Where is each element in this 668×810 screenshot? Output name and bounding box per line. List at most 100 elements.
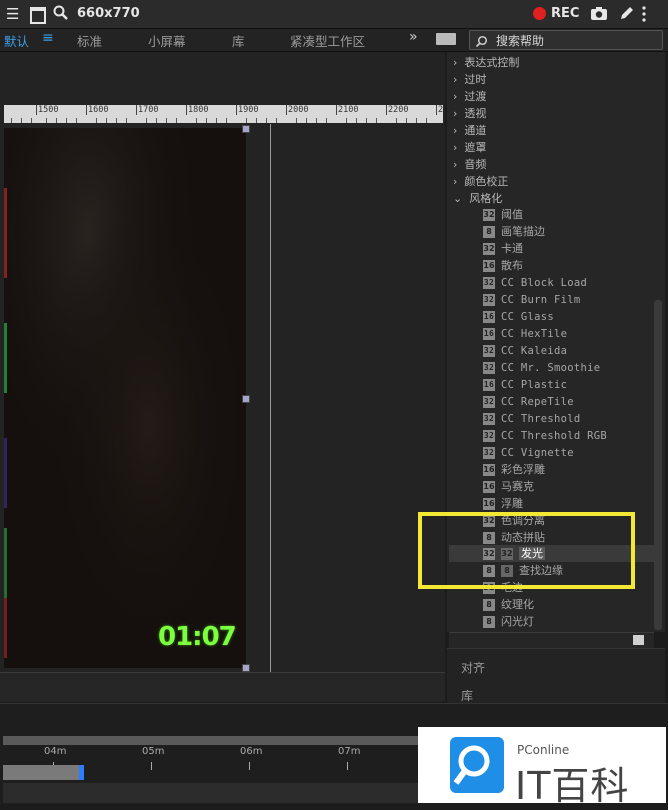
current-time-indicator[interactable] xyxy=(79,765,84,780)
bitdepth-icon: 32 xyxy=(483,277,495,289)
layer-handle[interactable] xyxy=(242,664,250,672)
window-icon[interactable] xyxy=(30,7,46,24)
rec-button[interactable]: REC xyxy=(551,6,579,21)
search-icon[interactable] xyxy=(53,5,69,25)
effect-item[interactable]: 32 CC Threshold RGB xyxy=(483,428,607,444)
camera-icon[interactable] xyxy=(590,6,608,25)
magnifier-logo-icon xyxy=(450,737,504,793)
panel-toggle-icon[interactable] xyxy=(436,33,456,45)
effect-item[interactable]: 32 CC Vignette xyxy=(483,445,574,461)
bitdepth-icon: 16 xyxy=(483,379,495,391)
timeline-track-area xyxy=(3,783,418,803)
effect-item[interactable]: 32 阈值 xyxy=(483,207,523,223)
ruler-tick: 1500 xyxy=(36,105,59,115)
bitdepth-icon: 8 xyxy=(483,616,495,628)
timecode-overlay: 01:07 xyxy=(158,622,237,652)
layer-handle[interactable] xyxy=(242,395,250,403)
bitdepth-icon: 16 xyxy=(483,260,495,272)
guide-line[interactable] xyxy=(270,124,271,672)
effect-item[interactable]: 16 浮雕 xyxy=(483,496,523,512)
pencil-icon[interactable] xyxy=(619,6,634,25)
ruler-tick: 1600 xyxy=(86,105,109,115)
menu-icon[interactable]: ☰ xyxy=(6,0,19,28)
bitdepth-icon: 16 xyxy=(483,311,495,323)
secondary-panels: 对齐 库 xyxy=(447,648,665,703)
horizontal-ruler: 1500 1600 1700 1800 1900 2000 2100 2200 … xyxy=(4,105,443,123)
effect-item[interactable]: 32 CC Threshold xyxy=(483,411,580,427)
effect-item[interactable]: 32 CC Burn Film xyxy=(483,292,580,308)
category-color-correction[interactable]: › 颜色校正 xyxy=(453,173,508,189)
record-dot-icon xyxy=(533,7,546,20)
search-placeholder: 搜索帮助 xyxy=(496,34,545,48)
bitdepth-icon: 16 xyxy=(483,328,495,340)
effect-item[interactable]: 32 CC Kaleida xyxy=(483,343,567,359)
layer-handle[interactable] xyxy=(242,125,250,133)
panel-align-title[interactable]: 对齐 xyxy=(461,659,485,676)
ruler-tick: 2 xyxy=(436,105,444,115)
workspace-menu-icon[interactable]: ≡ xyxy=(42,30,54,46)
new-preset-icon[interactable] xyxy=(633,635,644,645)
workspace-tab-compact[interactable]: 紧凑型工作区 xyxy=(290,31,365,50)
more-workspaces-button[interactable]: » xyxy=(409,29,418,45)
panel-library-title[interactable]: 库 xyxy=(461,687,473,704)
recorder-toolbar: ☰ 660x770 REC xyxy=(0,0,668,29)
bitdepth-icon: 16 xyxy=(483,498,495,510)
effect-item[interactable]: 16 马赛克 xyxy=(483,479,534,495)
effect-item[interactable]: 8 画笔描边 xyxy=(483,224,545,240)
category-stylize[interactable]: ⌄ 风格化 xyxy=(453,190,502,206)
help-search-input[interactable]: 搜索帮助 xyxy=(469,30,663,50)
more-options-icon[interactable] xyxy=(641,6,647,26)
effects-scrollbar[interactable] xyxy=(654,300,662,630)
effect-item[interactable]: 32 CC RepeTile xyxy=(483,394,574,410)
brand-large-text: IT百科 xyxy=(515,764,630,808)
bitdepth-icon: 32 xyxy=(483,430,495,442)
category-obsolete[interactable]: › 过时 xyxy=(453,71,486,87)
effects-panel-footer xyxy=(449,632,654,648)
effect-item[interactable]: 16 CC Plastic xyxy=(483,377,567,393)
effect-item[interactable]: 16 彩色浮雕 xyxy=(483,462,545,478)
effect-item[interactable]: 32 CC Block Load xyxy=(483,275,587,291)
bitdepth-icon: 32 xyxy=(483,362,495,374)
bitdepth-icon: 8 xyxy=(483,599,495,611)
category-expression-controls[interactable]: › 表达式控制 xyxy=(453,54,519,70)
category-audio[interactable]: › 音频 xyxy=(453,156,486,172)
effect-item[interactable]: 32 卡通 xyxy=(483,241,523,257)
bitdepth-icon: 32 xyxy=(483,345,495,357)
category-transition[interactable]: › 过渡 xyxy=(453,88,486,104)
composition-frame[interactable] xyxy=(4,128,246,668)
effect-item[interactable]: 8 闪光灯 xyxy=(483,614,534,630)
effect-item[interactable]: 16 CC Glass xyxy=(483,309,554,325)
category-channel[interactable]: › 通道 xyxy=(453,122,486,138)
effect-item[interactable]: 16 CC HexTile xyxy=(483,326,567,342)
effect-item[interactable]: 8 纹理化 xyxy=(483,597,534,613)
ruler-tick: 1800 xyxy=(186,105,209,115)
layer-duration-bar[interactable] xyxy=(3,765,81,780)
category-perspective[interactable]: › 透视 xyxy=(453,105,486,121)
ruler-tick: 2200 xyxy=(386,105,409,115)
time-tick xyxy=(151,762,152,770)
time-ruler-label: 07m xyxy=(338,746,361,757)
workspace-tab-small-screen[interactable]: 小屏幕 xyxy=(148,31,186,50)
bitdepth-icon: 32 xyxy=(483,243,495,255)
bitdepth-icon: 8 xyxy=(483,226,495,238)
workspace-tab-standard[interactable]: 标准 xyxy=(77,31,102,50)
workspace-tab-default[interactable]: 默认 xyxy=(4,31,29,50)
workspace-tab-library[interactable]: 库 xyxy=(232,31,245,50)
bitdepth-icon: 32 xyxy=(483,447,495,459)
bitdepth-icon: 16 xyxy=(483,481,495,493)
ruler-tick: 1700 xyxy=(136,105,159,115)
time-ruler-label: 05m xyxy=(142,746,165,757)
bitdepth-icon: 32 xyxy=(483,209,495,221)
effect-item[interactable]: 16 散布 xyxy=(483,258,523,274)
ruler-tick: 1900 xyxy=(236,105,259,115)
time-tick xyxy=(249,762,250,770)
time-ruler-label: 06m xyxy=(240,746,263,757)
ruler-tick: 2100 xyxy=(336,105,359,115)
bitdepth-icon: 32 xyxy=(483,396,495,408)
category-matte[interactable]: › 遮罩 xyxy=(453,139,486,155)
ruler-tick: 2000 xyxy=(286,105,309,115)
annotation-highlight-box xyxy=(418,512,635,589)
footage-image xyxy=(4,128,246,668)
effect-item[interactable]: 32 CC Mr. Smoothie xyxy=(483,360,600,376)
timeline-work-area-bar[interactable] xyxy=(3,736,418,745)
